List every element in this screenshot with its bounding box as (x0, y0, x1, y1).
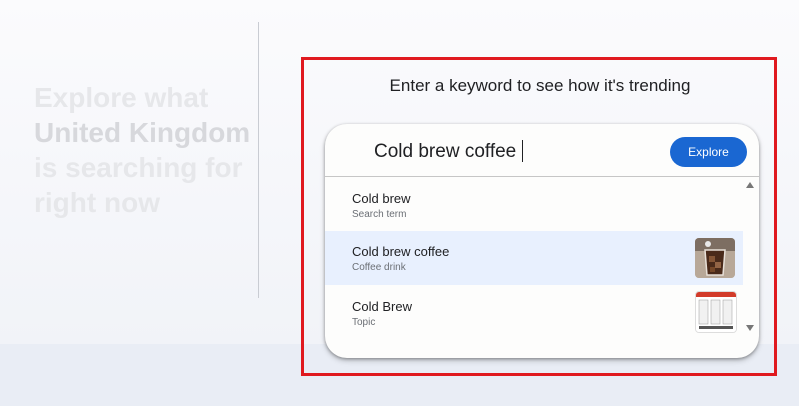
search-prompt: Enter a keyword to see how it's trending (389, 76, 691, 95)
vertical-divider (258, 22, 259, 298)
hero-country: United Kingdom (34, 117, 251, 148)
scroll-up-arrow-icon[interactable] (746, 182, 754, 188)
hero-line-3: is searching for (34, 152, 243, 183)
hero-heading: Explore what United Kingdom is searching… (34, 80, 264, 220)
suggestion-item[interactable]: Cold brew coffee Coffee drink (325, 231, 743, 285)
document-preview-icon (696, 292, 736, 332)
suggestion-subtitle: Topic (352, 317, 376, 328)
hero-line-1: Explore what (34, 82, 209, 113)
suggestion-item[interactable]: Cold brew Search term (325, 177, 743, 231)
suggestion-title: Cold brew coffee (352, 244, 450, 259)
search-card: Cold brew coffee Explore Cold brew Searc… (325, 124, 759, 358)
suggestion-title: Cold brew (352, 191, 411, 206)
suggestion-item[interactable]: Cold Brew Topic (325, 285, 743, 339)
hero-line-4: right now (34, 187, 160, 218)
search-row: Cold brew coffee Explore (325, 124, 759, 177)
suggestion-subtitle: Search term (352, 209, 407, 220)
suggestion-title: Cold Brew (352, 299, 412, 314)
iced-coffee-icon (695, 238, 735, 278)
explore-button[interactable]: Explore (670, 137, 747, 167)
iced-coffee-thumbnail (695, 238, 735, 278)
search-input[interactable]: Cold brew coffee (374, 141, 516, 163)
scroll-down-arrow-icon[interactable] (746, 325, 754, 331)
text-caret (522, 140, 523, 162)
suggestion-subtitle: Coffee drink (352, 262, 406, 273)
document-thumbnail (695, 291, 737, 333)
